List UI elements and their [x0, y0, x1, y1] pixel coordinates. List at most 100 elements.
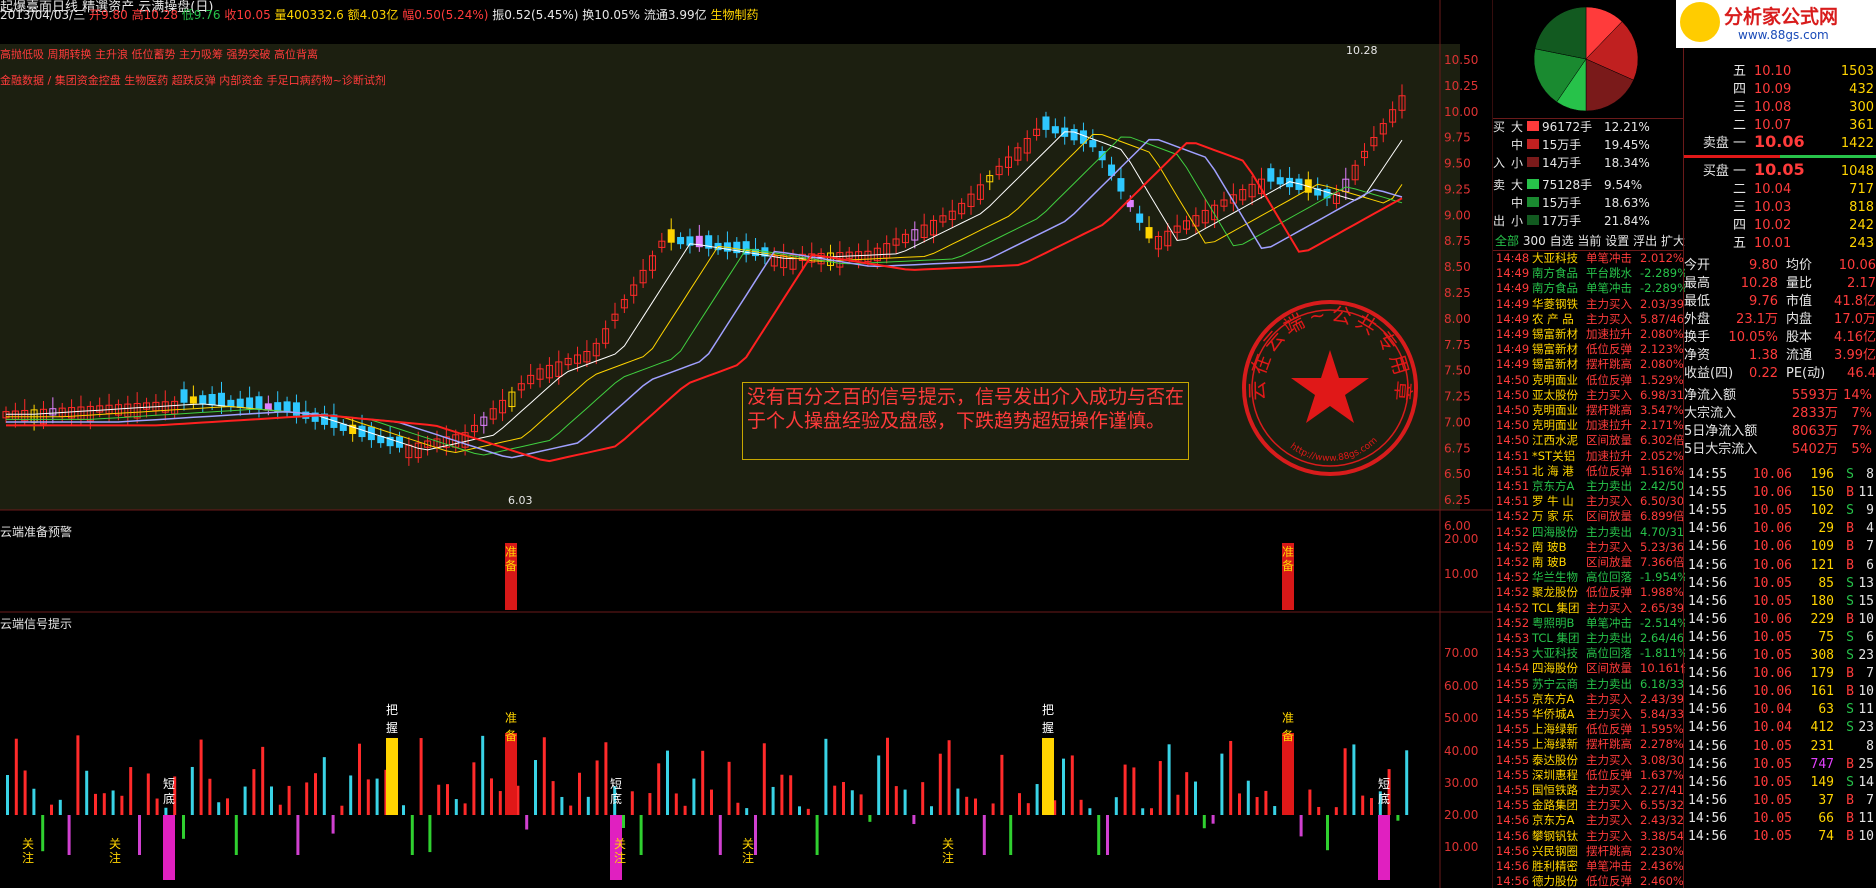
alert-row[interactable]: 14:56 攀钢钒钛 主力买入 3.38/54 [1496, 829, 1684, 844]
alert-row[interactable]: 14:51 *ST关铝 加速拉升 2.052% [1496, 449, 1684, 464]
alert-row[interactable]: 14:55 上海绿新 摆杆跳高 2.278% [1496, 737, 1684, 752]
alert-row[interactable]: 14:55 国恒铁路 主力买入 2.27/41 [1496, 783, 1684, 798]
focus-label: 注 [109, 850, 121, 865]
capital-flow-row: 5日大宗流入 5402万 5% [1684, 442, 1872, 457]
signal-bar [701, 750, 705, 815]
alert-row[interactable]: 14:50 克明面业 加速拉升 2.171% [1496, 418, 1684, 433]
alert-row[interactable]: 14:56 兴民钢圈 摆杆跳高 2.230% [1496, 844, 1684, 859]
alert-row[interactable]: 14:52 南 玻B 主力买入 5.23/36 [1496, 540, 1684, 555]
alert-row[interactable]: 14:52 华兰生物 高位回落 -1.954% [1496, 570, 1685, 585]
candle-body [1051, 126, 1059, 134]
candle-body [246, 397, 254, 409]
trade-row: 14:56 10.05 66 B 11 [1688, 810, 1874, 826]
toolbar-current[interactable]: 当前 [1577, 234, 1601, 248]
alert-row[interactable]: 14:56 德力股份 低位反弹 2.460% [1496, 874, 1684, 888]
signal-bar [578, 772, 581, 815]
alert-row[interactable]: 14:55 华侨城A 主力买入 5.84/33 [1496, 707, 1684, 722]
alert-list[interactable]: 14:48 大亚科技 单笔冲击 2.012% 14:49 南方食品 平台跳水 -2.289% 1… [1493, 251, 1685, 888]
alert-row[interactable]: 14:49 农 产 品主力买入 5.87/46 [1496, 312, 1684, 327]
signal-bar [930, 806, 933, 815]
alert-row[interactable]: 14:52 聚龙股份 低位反弹 1.988% [1496, 585, 1684, 600]
price-axis-tick: 6.50 [1444, 467, 1471, 481]
alert-row[interactable]: 14:55 金路集团 主力买入 6.55/32 [1496, 798, 1684, 813]
alert-row[interactable]: 14:52 南 玻B 区间放量 7.366倍 [1496, 555, 1684, 570]
alert-row[interactable]: 14:49 南方食品 平台跳水 -2.289% [1496, 266, 1685, 281]
money-flow-row: 卖大 75128手 9.54% [1493, 178, 1643, 192]
alert-row[interactable]: 14:52 粤照明B 单笔冲击 -2.514% [1496, 616, 1685, 631]
toolbar-expand[interactable]: 扩大 [1661, 234, 1685, 248]
candle-body [339, 423, 347, 431]
alert-row[interactable]: 14:55 上海绿新 低位反弹 1.595% [1496, 722, 1684, 737]
alert-row[interactable]: 14:54四海股份区间放量10.161倍 [1496, 661, 1685, 676]
money-flow-row: 入小 14万手 18.34% [1493, 156, 1650, 170]
alert-row[interactable]: 14:55 深圳惠程 低位反弹 1.637% [1496, 768, 1684, 783]
alert-row[interactable]: 14:56 京东方A 主力买入 2.43/32 [1496, 813, 1684, 828]
signal-bar [349, 775, 353, 815]
signal-bar [410, 815, 414, 855]
signal-bar [1405, 750, 1409, 815]
toolbar-settings[interactable]: 设置 [1605, 234, 1629, 248]
alert-row[interactable]: 14:49 锡富新材 摆杆跳高 2.080% [1496, 357, 1684, 372]
signal-bar [1185, 772, 1189, 815]
panel3-axis-tick: 60.00 [1444, 679, 1478, 693]
signal-bar [1123, 764, 1127, 815]
alert-row[interactable]: 14:56 胜利精密 单笔冲击 2.436% [1496, 859, 1684, 874]
signal-bar [76, 735, 80, 815]
toolbar-300[interactable]: 300 [1523, 234, 1546, 248]
signal-bar [138, 815, 141, 855]
candle-body [1042, 116, 1050, 130]
candle-body [227, 399, 235, 408]
focus-label: 注 [942, 850, 954, 865]
alert-row[interactable]: 14:50 克明面业 摆杆跳高 3.547% [1496, 403, 1684, 418]
alert-row[interactable]: 14:55 苏宁云商 主力卖出 6.18/33 [1496, 677, 1684, 692]
alert-row[interactable]: 14:53 TCL 集团 主力卖出 2.64/46 [1496, 631, 1684, 646]
signal-bar [252, 769, 256, 815]
ready-bar-label: 准 [505, 711, 517, 725]
candle-body [236, 398, 244, 408]
price-axis-tick: 7.00 [1444, 415, 1471, 429]
order-book-row: 二 10.07 361 [1732, 118, 1874, 133]
candle-body [667, 229, 675, 243]
alert-row[interactable]: 14:49 锡富新材 加速拉升 2.080% [1496, 327, 1684, 342]
alert-row[interactable]: 14:49 华菱钢铁 主力买入 2.03/39 [1496, 297, 1684, 312]
alert-row[interactable]: 14:49 锡富新材 低位反弹 2.123% [1496, 342, 1684, 357]
signal-bar [120, 795, 124, 815]
alert-row[interactable]: 14:55 京东方A 主力买入 2.43/39 [1496, 692, 1684, 707]
alert-bar-label: 准 [505, 545, 517, 559]
chart-pane[interactable]: 起爆臺面日线 精選资产 云满操盘(日) 2013/04/03/三 开9.80 高… [0, 0, 1493, 888]
signal-bar [657, 763, 661, 815]
bottom-bar-label: 底 [163, 791, 175, 806]
alert-row[interactable]: 14:55 泰达股份 主力买入 3.08/30 [1496, 753, 1684, 768]
price-axis-tick: 9.75 [1444, 131, 1471, 145]
alert-row[interactable]: 14:50 克明面业 低位反弹 1.529% [1496, 373, 1684, 388]
signal-bar [780, 774, 784, 815]
alert-row[interactable]: 14:48 大亚科技 单笔冲击 2.012% [1496, 251, 1684, 266]
alert-toolbar[interactable]: 全部 300 自选 当前 设置 浮出 扩大 [1495, 232, 1685, 249]
alert-row[interactable]: 14:51 罗 牛 山主力买入 6.50/30 [1496, 494, 1684, 509]
trade-row: 14:56 10.06 179 B 7 [1688, 666, 1874, 682]
signal-bar [683, 805, 687, 815]
panel2-axis-tick: 10.00 [1444, 567, 1478, 581]
alert-row[interactable]: 14:50 亚太股份 主力买入 6.98/31 [1496, 388, 1684, 403]
toolbar-all[interactable]: 全部 [1495, 234, 1519, 248]
alert-row[interactable]: 14:51 京东方A 主力卖出 2.42/50 [1496, 479, 1684, 494]
alert-row[interactable]: 14:52 四海股份 主力卖出 4.70/31 [1496, 525, 1684, 540]
toolbar-float[interactable]: 浮出 [1633, 234, 1657, 248]
quote-stat-row: 外盘 23.1万 内盘 17.0万 [1684, 312, 1876, 327]
signal-bar [129, 767, 133, 815]
alert-row[interactable]: 14:50 江西水泥 区间放量 6.302倍 [1496, 433, 1684, 448]
money-flow-pie [1533, 6, 1639, 112]
alert-row[interactable]: 14:49 南方食品 单笔冲击 -2.289% [1496, 281, 1685, 296]
signal-bar [569, 805, 573, 815]
money-flow-row: 中 15万手 19.45% [1511, 138, 1650, 152]
signal-bar [419, 738, 423, 815]
alert-row[interactable]: 14:52 TCL 集团 主力买入 2.65/39 [1496, 601, 1684, 616]
signal-bar [956, 788, 960, 815]
bottom-bar-label: 底 [610, 791, 622, 806]
bottom-bar [163, 815, 175, 880]
alert-row[interactable]: 14:52 万 家 乐区间放量 6.899倍 [1496, 509, 1684, 524]
price-axis-tick: 9.25 [1444, 182, 1471, 196]
alert-row[interactable]: 14:53 大亚科技 高位回落 -1.811% [1496, 646, 1685, 661]
alert-row[interactable]: 14:51 北 海 港低位反弹 1.516% [1496, 464, 1684, 479]
toolbar-watchlist[interactable]: 自选 [1550, 234, 1574, 248]
